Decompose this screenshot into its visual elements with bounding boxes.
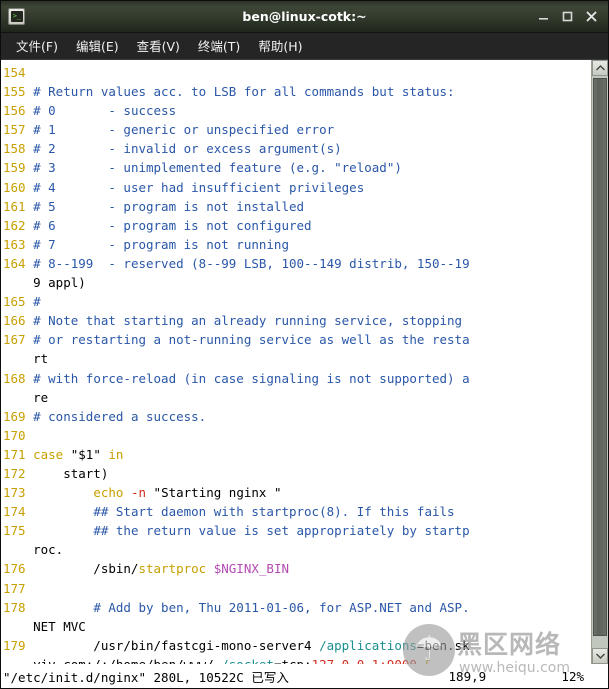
terminal-window: >_ ben@linux-cotk:~ 文件(F) 编辑(E) 查看(V) 终端… <box>0 0 609 689</box>
scrollbar-track[interactable] <box>592 76 608 648</box>
maximize-button[interactable] <box>561 10 574 23</box>
scroll-up-arrow[interactable] <box>592 60 608 76</box>
vertical-scrollbar[interactable] <box>591 60 608 664</box>
menu-file[interactable]: 文件(F) <box>8 34 66 58</box>
title-bar[interactable]: >_ ben@linux-cotk:~ <box>1 1 608 33</box>
status-position: 189,9 12% <box>448 668 584 684</box>
vim-buffer[interactable]: 154 155 # Return values acc. to LSB for … <box>3 63 591 664</box>
terminal-screen[interactable]: 154 155 # Return values acc. to LSB for … <box>1 60 591 664</box>
vim-status-line: "/etc/init.d/nginx" 280L, 10522C 已写入 189… <box>1 664 608 688</box>
window-controls <box>537 10 602 23</box>
terminal-body: 154 155 # Return values acc. to LSB for … <box>1 60 608 664</box>
status-message: "/etc/init.d/nginx" 280L, 10522C 已写入 <box>3 669 289 685</box>
close-button[interactable] <box>585 10 598 23</box>
scroll-down-arrow[interactable] <box>592 648 608 664</box>
scrollbar-thumb[interactable] <box>593 78 607 636</box>
terminal-icon-glyph: >_ <box>10 11 23 22</box>
menu-terminal[interactable]: 终端(T) <box>190 34 248 58</box>
menu-edit[interactable]: 编辑(E) <box>68 34 127 58</box>
window-title: ben@linux-cotk:~ <box>242 9 367 24</box>
terminal-icon: >_ <box>8 8 25 25</box>
menu-bar: 文件(F) 编辑(E) 查看(V) 终端(T) 帮助(H) <box>1 33 608 60</box>
menu-view[interactable]: 查看(V) <box>129 34 188 58</box>
menu-help[interactable]: 帮助(H) <box>250 34 310 58</box>
minimize-button[interactable] <box>537 10 550 23</box>
